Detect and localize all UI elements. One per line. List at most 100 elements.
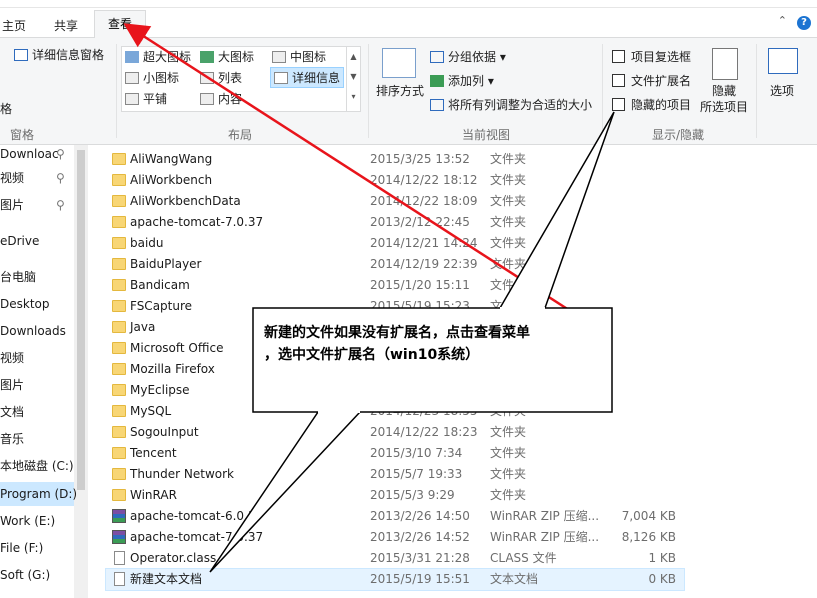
file-name: Java — [130, 320, 156, 334]
minimize-ribbon-icon[interactable]: ⌃ — [778, 14, 787, 27]
details-pane-icon — [14, 49, 28, 61]
nav-item[interactable]: 台电脑 — [0, 265, 36, 289]
details-pane-button[interactable]: 详细信息窗格 — [14, 46, 104, 63]
folder-icon — [112, 321, 126, 333]
file-row[interactable]: AliWangWang 2015/3/25 13:52 文件夹 — [106, 149, 684, 170]
archive-icon — [112, 530, 126, 544]
file-name: Thunder Network — [130, 467, 234, 481]
file-type: 文件夹 — [490, 257, 527, 271]
folder-icon — [112, 468, 126, 480]
nav-item[interactable]: Downloads — [0, 319, 66, 343]
fit-columns-icon — [430, 99, 444, 111]
callout-text: 新建的文件如果没有扩展名，点击查看菜单 ，选中文件扩展名（win10系统） — [264, 322, 604, 366]
file-extensions-toggle[interactable]: 文件扩展名 — [612, 72, 691, 89]
file-row[interactable]: Tencent 2015/3/10 7:34 文件夹 — [106, 443, 684, 464]
layout-medium-icons[interactable]: 中图标 — [272, 48, 326, 65]
nav-item-label: Downloads — [0, 324, 66, 338]
folder-icon — [112, 279, 126, 291]
tiles-icon — [125, 93, 139, 105]
folder-icon — [112, 384, 126, 396]
nav-item[interactable]: 音乐 — [0, 427, 24, 451]
large-icons-icon — [200, 51, 214, 63]
fit-columns-button[interactable]: 将所有列调整为合适的大小 — [430, 96, 592, 113]
file-date: 2013/2/26 14:52 — [370, 530, 470, 544]
nav-item[interactable]: 图片 — [0, 373, 24, 397]
file-name: baidu — [130, 236, 164, 250]
sort-by-button[interactable]: 排序方式 — [376, 82, 424, 99]
title-bar — [0, 0, 817, 8]
file-row[interactable]: apache-tomcat-6.0.3 2013/2/26 14:50 WinRAR… — [106, 506, 684, 527]
nav-item-label: Desktop — [0, 297, 50, 311]
nav-item[interactable]: Work (E:) — [0, 509, 55, 533]
folder-icon — [112, 216, 126, 228]
nav-item[interactable]: 文档 — [0, 400, 24, 424]
folder-icon — [112, 300, 126, 312]
add-column-button[interactable]: 添加列 ▾ — [430, 72, 494, 89]
nav-item[interactable]: 视频 ⚲ — [0, 166, 65, 190]
nav-item[interactable]: 图片 ⚲ — [0, 193, 65, 217]
file-name: BaiduPlayer — [130, 257, 202, 271]
file-type: 文件夹 — [490, 173, 527, 187]
nav-scrollbar-thumb[interactable] — [77, 150, 85, 490]
nav-item[interactable]: File (F:) — [0, 536, 43, 560]
file-name: Microsoft Office — [130, 341, 224, 355]
pin-icon[interactable]: ⚲ — [56, 166, 65, 190]
layout-tiles[interactable]: 平铺 — [125, 90, 167, 107]
pin-icon[interactable]: ⚲ — [56, 142, 65, 166]
layout-details[interactable]: 详细信息 — [270, 67, 345, 88]
nav-item[interactable]: Program (D:) — [0, 482, 77, 506]
group-by-icon — [430, 51, 444, 63]
item-checkboxes-checkbox[interactable] — [612, 50, 625, 63]
help-icon[interactable]: ? — [797, 16, 811, 30]
file-row[interactable]: apache-tomcat-7.0.37 2013/2/12 22:45 文件夹 — [106, 212, 684, 233]
file-row[interactable]: Thunder Network 2015/5/7 19:33 文件夹 — [106, 464, 684, 485]
file-row[interactable]: 新建文本文档 2015/5/19 15:51 文本文档 0 KB — [105, 568, 685, 591]
file-date: 2013/2/26 14:50 — [370, 509, 470, 523]
details-icon — [274, 72, 288, 84]
nav-item[interactable]: Desktop — [0, 292, 50, 316]
file-row[interactable]: apache-tomcat-7.0.37 2013/2/26 14:52 WinRA… — [106, 527, 684, 548]
file-row[interactable]: baidu 2014/12/21 14:24 文件夹 — [106, 233, 684, 254]
file-type: 文件夹 — [490, 425, 527, 439]
options-button[interactable]: 选项 — [770, 82, 794, 99]
file-row[interactable]: AliWorkbenchData 2014/12/22 18:09 文件夹 — [106, 191, 684, 212]
folder-icon — [112, 258, 126, 270]
nav-item[interactable]: 本地磁盘 (C:) — [0, 454, 74, 478]
nav-item[interactable]: Soft (G:) — [0, 563, 50, 587]
file-row[interactable]: WinRAR 2015/5/3 9:29 文件夹 — [106, 485, 684, 506]
nav-item-label: 文档 — [0, 405, 25, 419]
tab-home[interactable]: 主页 — [2, 16, 26, 38]
file-row[interactable]: MyEclipse — [106, 380, 684, 401]
layout-list[interactable]: 列表 — [200, 69, 242, 86]
layout-small-icons[interactable]: 小图标 — [125, 69, 179, 86]
tab-view[interactable]: 查看 — [94, 10, 146, 39]
file-row[interactable]: Bandicam 2015/1/20 15:11 文件夹 — [106, 275, 684, 296]
file-row[interactable]: Operator.class 2015/3/31 21:28 CLASS 文件 1 K… — [106, 548, 684, 569]
hidden-items-toggle[interactable]: 隐藏的项目 — [612, 96, 691, 113]
group-separator — [116, 44, 117, 138]
item-checkboxes-toggle[interactable]: 项目复选框 — [612, 48, 691, 65]
hidden-items-checkbox[interactable] — [612, 98, 625, 111]
nav-item[interactable]: Downloac ⚲ — [0, 142, 65, 166]
file-extensions-checkbox[interactable] — [612, 74, 625, 87]
hide-selected-label-1[interactable]: 隐藏 — [712, 82, 736, 99]
folder-icon — [112, 237, 126, 249]
file-row[interactable]: BaiduPlayer 2014/12/19 22:39 文件夹 — [106, 254, 684, 275]
nav-item[interactable]: 视频 — [0, 346, 24, 370]
tab-share[interactable]: 共享 — [54, 16, 78, 38]
file-name: MySQL — [130, 404, 172, 418]
file-type: 文件夹 — [490, 488, 527, 502]
hide-selected-label-2[interactable]: 所选项目 — [700, 98, 748, 115]
layout-large-icons[interactable]: 大图标 — [200, 48, 254, 65]
nav-item-label: 图片 — [0, 378, 25, 392]
file-row[interactable]: MySQL 2014/12/23 18:55 文件夹 — [106, 401, 684, 422]
pin-icon[interactable]: ⚲ — [56, 193, 65, 217]
group-by-button[interactable]: 分组依据 ▾ — [430, 48, 506, 65]
file-row[interactable]: SogouInput 2014/12/22 18:23 文件夹 — [106, 422, 684, 443]
file-row[interactable]: FSCapture 2015/5/19 15:23 文件夹 — [106, 296, 684, 317]
layout-extra-large-icons[interactable]: 超大图标 — [125, 48, 191, 65]
layout-content[interactable]: 内容 — [200, 90, 242, 107]
layout-gallery-scroll[interactable]: ▲ ▼ ▾ — [346, 47, 360, 111]
file-row[interactable]: AliWorkbench 2014/12/22 18:12 文件夹 — [106, 170, 684, 191]
nav-item[interactable]: eDrive — [0, 229, 39, 253]
